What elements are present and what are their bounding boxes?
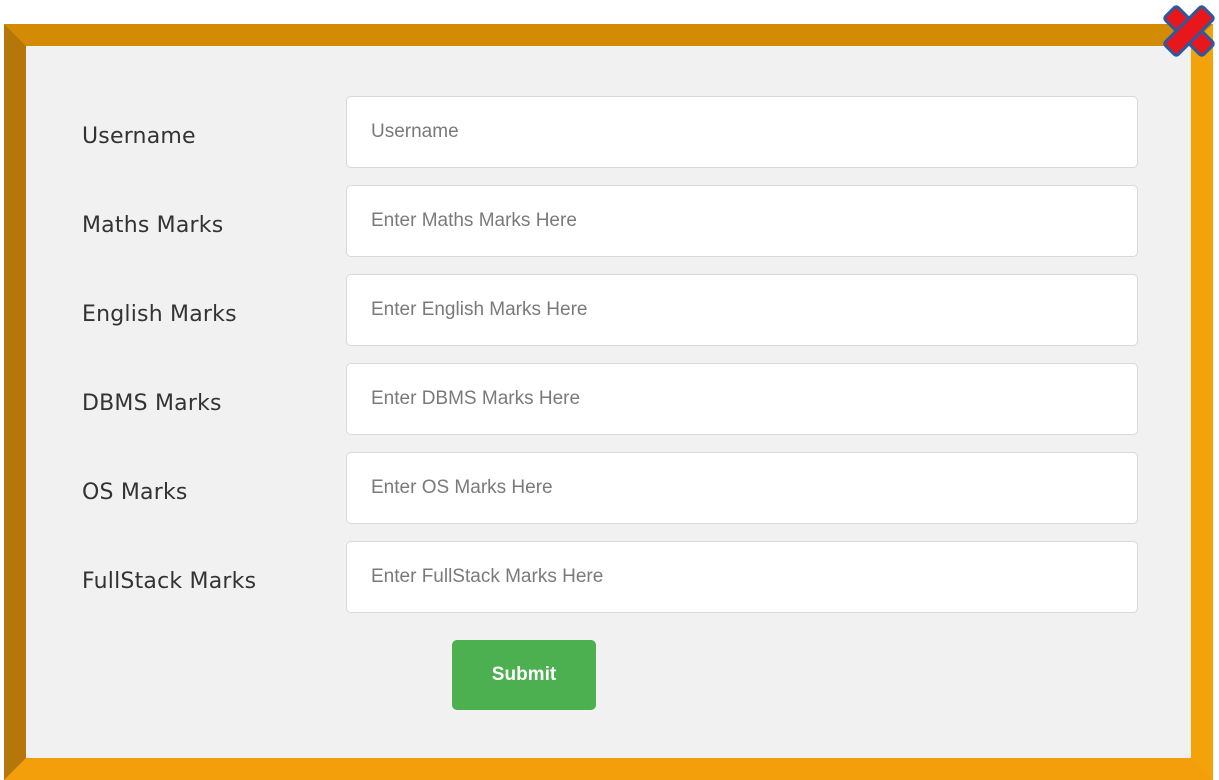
dialog-stage: Username Maths Marks English Marks DBMS … <box>0 0 1219 780</box>
os-marks-label: OS Marks <box>82 480 188 505</box>
dbms-marks-input[interactable] <box>346 363 1138 435</box>
marks-entry-dialog: Username Maths Marks English Marks DBMS … <box>4 24 1213 780</box>
form-row-maths: Maths Marks <box>26 185 1191 257</box>
form-row-dbms: DBMS Marks <box>26 363 1191 435</box>
form-row-english: English Marks <box>26 274 1191 346</box>
fullstack-marks-input[interactable] <box>346 541 1138 613</box>
os-marks-input[interactable] <box>346 452 1138 524</box>
form-row-username: Username <box>26 96 1191 168</box>
english-marks-input[interactable] <box>346 274 1138 346</box>
fullstack-marks-label: FullStack Marks <box>82 569 257 594</box>
form-row-fullstack: FullStack Marks <box>26 541 1191 613</box>
dbms-marks-label: DBMS Marks <box>82 391 222 416</box>
maths-marks-input[interactable] <box>346 185 1138 257</box>
username-label: Username <box>82 124 196 149</box>
submit-button[interactable]: Submit <box>452 640 596 710</box>
close-button[interactable] <box>1160 2 1218 60</box>
close-x-icon <box>1163 5 1215 57</box>
username-input[interactable] <box>346 96 1138 168</box>
english-marks-label: English Marks <box>82 302 237 327</box>
form-row-os: OS Marks <box>26 452 1191 524</box>
maths-marks-label: Maths Marks <box>82 213 224 238</box>
